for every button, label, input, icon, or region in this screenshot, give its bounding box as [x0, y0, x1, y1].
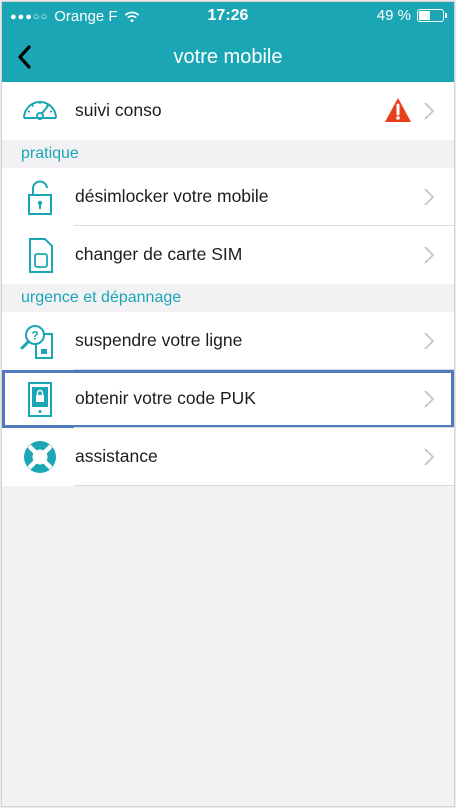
- chevron-right-icon: [424, 246, 434, 264]
- status-bar: ●●●○○ Orange F 17:26 49 %: [2, 2, 454, 32]
- sim-card-icon: [29, 238, 53, 273]
- battery-fill: [419, 11, 431, 20]
- chevron-right-icon: [424, 102, 434, 120]
- chevron-right-icon: [424, 390, 434, 408]
- list-item-label: suivi conso: [75, 100, 162, 120]
- section-header-pratique: pratique: [2, 140, 454, 168]
- unlocked-padlock-icon: [28, 180, 52, 215]
- lifebuoy-icon: [24, 441, 56, 473]
- list-item-desimlocker[interactable]: désimlocker votre mobile: [2, 168, 454, 226]
- list-item-label: suspendre votre ligne: [75, 330, 243, 350]
- warning-icon: [385, 98, 411, 122]
- magnifier-question-icon: ?: [20, 325, 53, 359]
- list-item-suivi-conso[interactable]: suivi conso: [2, 82, 454, 140]
- app-frame: ●●●○○ Orange F 17:26 49 % votre mobile s…: [1, 1, 455, 807]
- section-header-urgence: urgence et dépannage: [2, 284, 454, 312]
- speedometer-icon: [23, 101, 57, 120]
- locked-phone-icon: [28, 382, 52, 417]
- list-item-assistance[interactable]: assistance: [2, 428, 454, 486]
- page-title: votre mobile: [173, 46, 283, 68]
- list-item-label: désimlocker votre mobile: [75, 186, 269, 206]
- battery-percent: 49 %: [376, 7, 411, 24]
- list-item-label: changer de carte SIM: [75, 244, 243, 264]
- chevron-right-icon: [424, 188, 434, 206]
- menu-list: suivi conso pratique désimlocker votre m…: [2, 82, 454, 486]
- battery-icon: [417, 9, 447, 22]
- status-right: 49 %: [376, 7, 447, 24]
- chevron-right-icon: [424, 448, 434, 466]
- list-item-label: assistance: [75, 446, 158, 466]
- row-divider: [74, 485, 454, 486]
- chevron-right-icon: [424, 332, 434, 350]
- list-item-suspendre-ligne[interactable]: ? suspendre votre ligne: [2, 312, 454, 370]
- list-item-changer-sim[interactable]: changer de carte SIM: [2, 226, 454, 284]
- list-item-code-puk[interactable]: obtenir votre code PUK: [2, 370, 454, 428]
- svg-text:?: ?: [31, 329, 38, 343]
- list-item-label: obtenir votre code PUK: [75, 388, 256, 408]
- nav-bar: votre mobile: [2, 32, 454, 82]
